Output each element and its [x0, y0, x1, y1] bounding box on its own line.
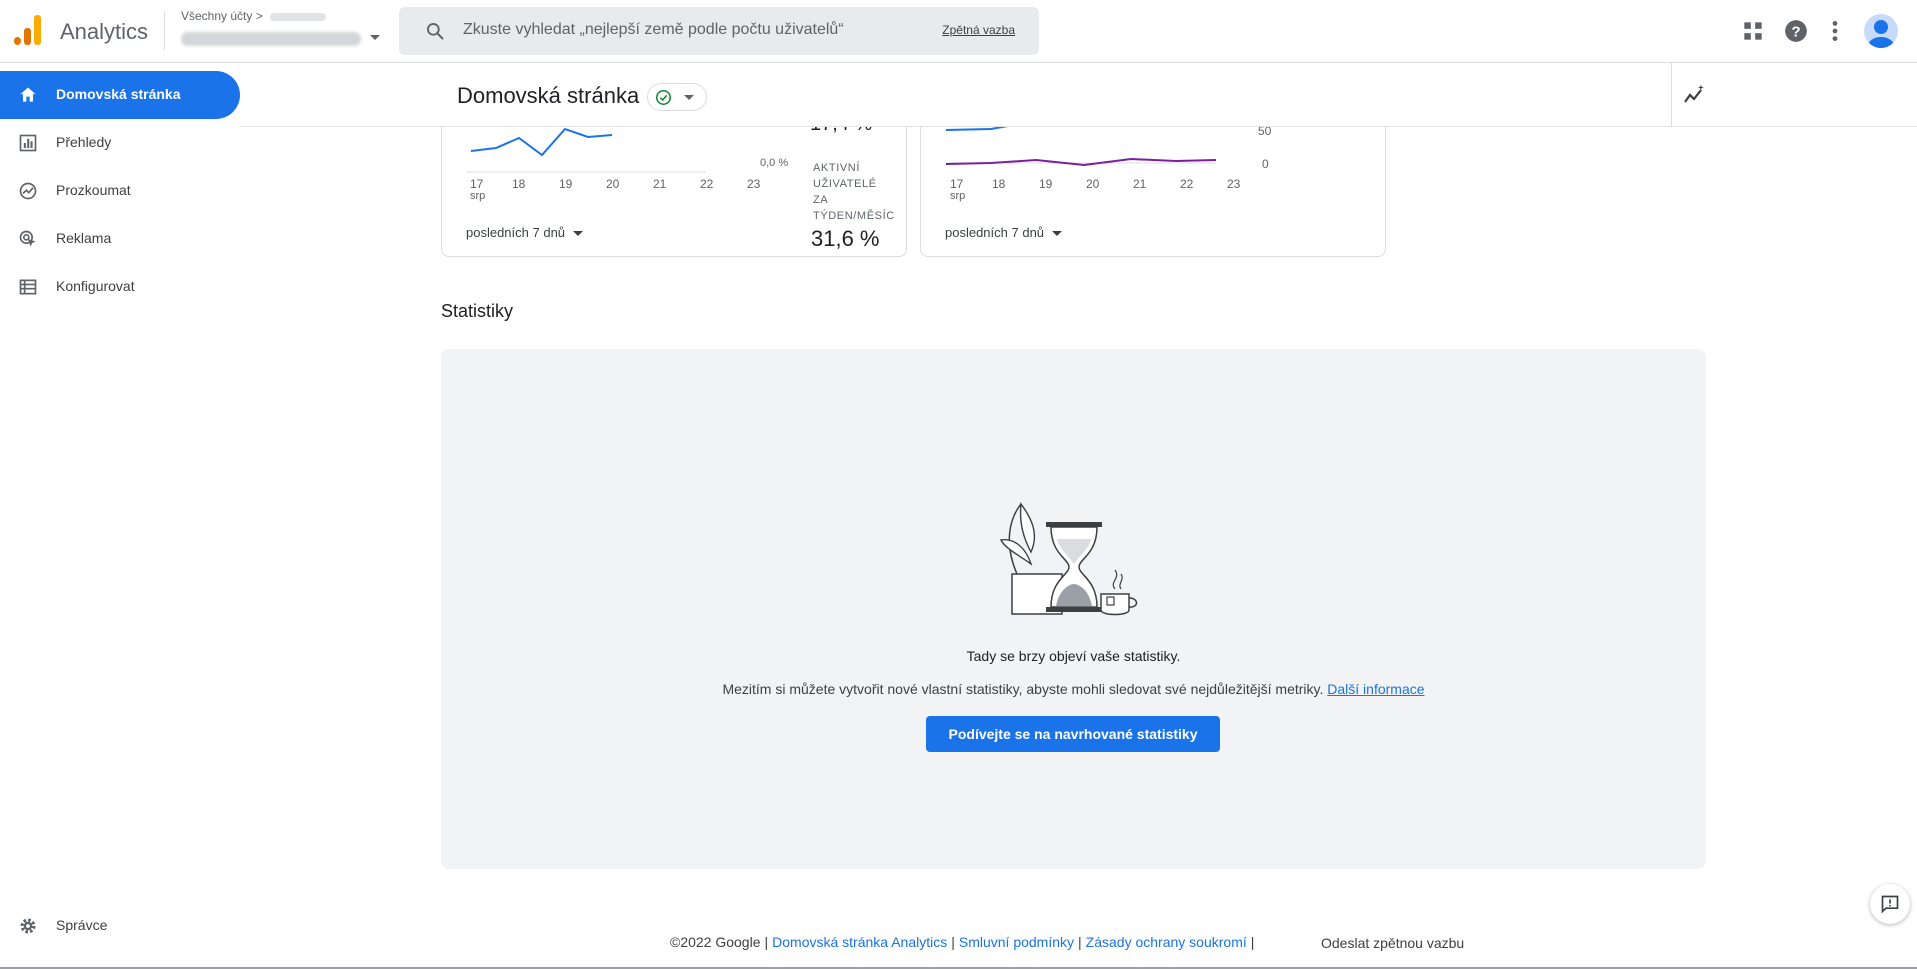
redacted-account-id — [270, 12, 327, 21]
bar-chart-icon — [19, 134, 37, 152]
sidebar-item-label: Prozkoumat — [56, 182, 131, 198]
statistics-description-text: Mezitím si můžete vytvořit nové vlastní … — [722, 681, 1324, 697]
chevron-right-icon: > — [255, 9, 263, 23]
x-axis-tick-label: 23 — [1227, 177, 1241, 191]
svg-text:?: ? — [1791, 23, 1800, 40]
x-axis-tick-label: 21 — [1133, 177, 1147, 191]
gear-icon — [20, 918, 36, 934]
footer-copyright: ©2022 Google — [670, 934, 761, 950]
x-axis-tick-label: 21 — [653, 177, 667, 191]
metric-name-line: TÝDEN/MĚSÍC — [813, 210, 895, 222]
date-range-dropdown[interactable]: posledních 7 dnů — [466, 225, 584, 240]
feedback-fab-button[interactable] — [1870, 884, 1910, 924]
analytics-logo-icon[interactable] — [14, 15, 44, 45]
x-axis-tick-label: 18 — [992, 177, 1006, 191]
search-input[interactable]: Zkuste vyhledat „nejlepší země podle poč… — [463, 21, 844, 39]
second-line-chart — [946, 127, 1216, 167]
footer: ©2022 Google | Domovská stránka Analytics |… — [670, 934, 1255, 950]
active-users-series-line — [470, 127, 613, 157]
sidebar-item-admin[interactable]: Správce — [0, 902, 240, 950]
statistics-section-title: Statistiky — [441, 301, 514, 321]
x-axis-tick-label: 19 — [559, 177, 573, 191]
caret-down-icon — [1052, 231, 1063, 237]
sidebar-item-configure[interactable]: Konfigurovat — [0, 263, 240, 311]
hourglass-illustration-icon — [999, 502, 1138, 616]
metric-name-line: AKTIVNÍ — [813, 162, 860, 174]
sidebar-item-label: Správce — [56, 917, 108, 933]
sidebar-item-label: Přehledy — [56, 134, 112, 150]
account-avatar-icon[interactable] — [1864, 14, 1898, 48]
metric-value: 31,6 % — [811, 226, 880, 251]
caret-down-icon — [684, 95, 694, 100]
insights-panel-divider — [1671, 63, 1672, 127]
chevron-down-icon[interactable] — [370, 35, 380, 40]
view-suggested-insights-button[interactable]: Podívejte se na navrhované statistiky — [926, 716, 1220, 752]
date-range-label: posledních 7 dnů — [945, 225, 1045, 240]
page-title: Domovská stránka — [457, 83, 640, 108]
caret-down-icon — [573, 231, 584, 237]
x-axis-month-label: srp — [470, 190, 486, 202]
x-axis-tick-label: 20 — [606, 177, 620, 191]
metric-name-line: ZA — [813, 194, 829, 206]
footer-link-analytics-home[interactable]: Domovská stránka Analytics — [772, 934, 947, 950]
search-icon — [427, 23, 444, 40]
explore-trend-icon — [19, 182, 37, 200]
metric-name-active-users-week-month: AKTIVNÍ UŽIVATELÉ ZA TÝDEN/MĚSÍC — [813, 160, 903, 224]
second-overview-card: 50 0 17 srp 18 19 20 21 22 23 posledních… — [920, 124, 1386, 257]
date-range-label: posledních 7 dnů — [466, 225, 566, 240]
sidebar-item-home[interactable]: Domovská stránka — [0, 71, 240, 119]
search-feedback-link[interactable]: Zpětná vazba — [942, 23, 1015, 37]
footer-link-terms[interactable]: Smluvní podmínky — [959, 934, 1074, 950]
feedback-icon — [1881, 895, 1899, 914]
upper-series-line — [946, 127, 1008, 131]
account-breadcrumb[interactable]: Všechny účty > — [181, 9, 327, 23]
statistics-empty-description: Mezitím si můžete vytvořit nové vlastní … — [441, 681, 1706, 697]
sidebar-nav: Domovská stránka Přehledy Prozkoumat Rek… — [0, 63, 240, 969]
x-axis-tick-label: 19 — [1039, 177, 1053, 191]
list-config-icon — [19, 279, 37, 295]
header-divider — [164, 12, 165, 50]
account-breadcrumb-label[interactable]: Všechny účty — [181, 9, 252, 23]
sidebar-item-reports[interactable]: Přehledy — [0, 119, 240, 167]
app-name: Analytics — [60, 19, 149, 44]
help-icon[interactable]: ? — [1783, 18, 1809, 44]
redacted-property-name[interactable] — [181, 32, 361, 46]
learn-more-link[interactable]: Další informace — [1327, 681, 1424, 697]
purple-series-line — [946, 157, 1216, 167]
active-users-line-chart — [466, 127, 706, 173]
x-axis-tick-label: 22 — [700, 177, 714, 191]
sidebar-item-label: Domovská stránka — [56, 86, 181, 102]
metric-name-line: UŽIVATELÉ — [813, 178, 877, 190]
sidebar-item-ads[interactable]: Reklama — [0, 215, 240, 263]
sidebar-item-explore[interactable]: Prozkoumat — [0, 167, 240, 215]
top-app-bar: Analytics Všechny účty > Zkuste vyhledat… — [0, 0, 1917, 63]
statistics-empty-heading: Tady se brzy objeví vaše statistiky. — [966, 648, 1181, 664]
statistics-empty-state-panel: Tady se brzy objeví vaše statistiky. Mez… — [441, 349, 1706, 869]
page-header: Domovská stránka — [240, 63, 1917, 127]
y-axis-tick-label: 0,0 % — [760, 157, 789, 169]
sidebar-item-label: Konfigurovat — [56, 278, 135, 294]
sidebar-item-label: Reklama — [56, 230, 112, 246]
apps-grid-icon[interactable] — [1740, 18, 1766, 44]
x-axis-month-label: srp — [950, 190, 966, 202]
footer-send-feedback-link[interactable]: Odeslat zpětnou vazbu — [1321, 935, 1464, 951]
data-status-dropdown[interactable] — [647, 83, 707, 111]
x-axis-tick-label: 20 — [1086, 177, 1100, 191]
x-axis-tick-label: 22 — [1180, 177, 1194, 191]
insights-trend-icon[interactable] — [1682, 84, 1706, 108]
users-overview-card: 0,0 % 17,4 % 17 srp 18 19 20 21 22 23 AK… — [441, 113, 907, 257]
x-axis-tick-label: 18 — [512, 177, 526, 191]
x-axis-tick-label: 17 — [950, 177, 964, 191]
search-bar[interactable]: Zkuste vyhledat „nejlepší země podle poč… — [399, 7, 1039, 55]
date-range-dropdown[interactable]: posledních 7 dnů — [945, 225, 1063, 240]
x-axis-tick-label: 23 — [747, 177, 761, 191]
x-axis-tick-label: 17 — [470, 177, 484, 191]
more-vert-icon[interactable] — [1822, 18, 1848, 44]
home-icon — [20, 87, 36, 102]
y-axis-tick-label: 0 — [1262, 157, 1269, 171]
check-circle-icon — [655, 89, 672, 106]
footer-link-privacy[interactable]: Zásady ochrany soukromí — [1086, 934, 1247, 950]
ads-cursor-icon — [19, 230, 36, 247]
